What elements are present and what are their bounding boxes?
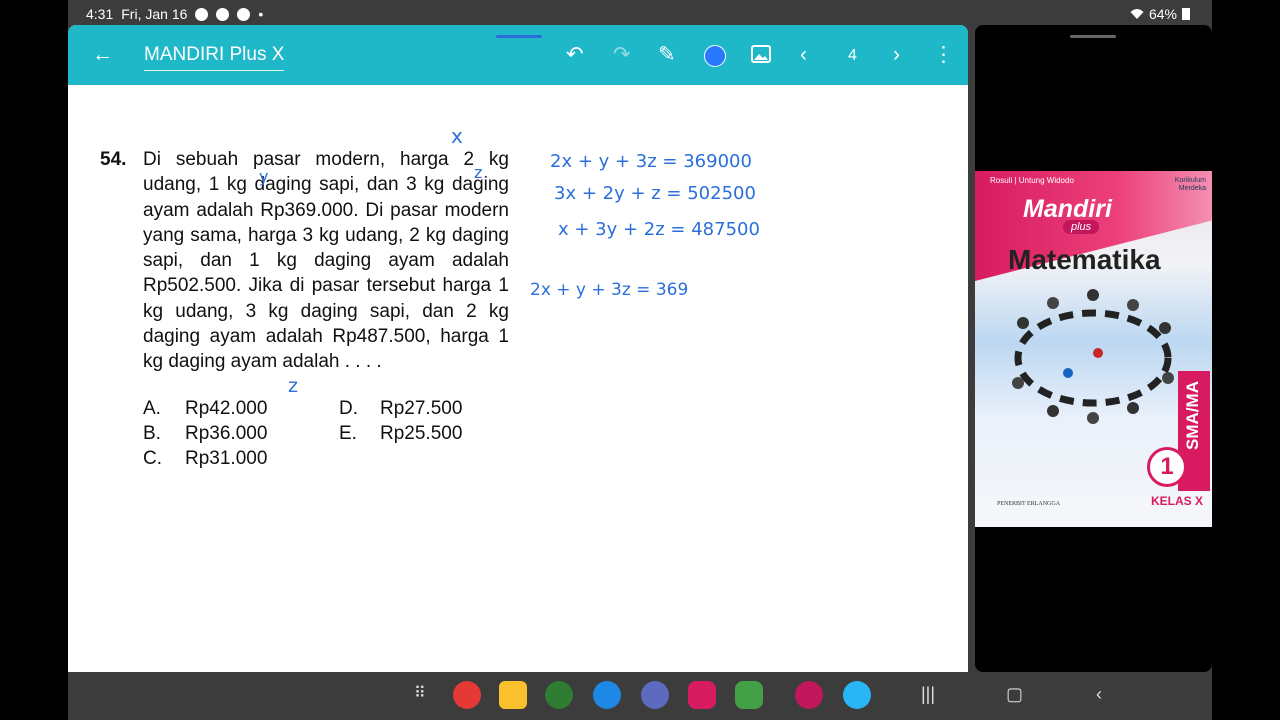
cover-subject: Matematika: [1008, 244, 1161, 275]
tablet-screen: 4:31 Fri, Jan 16 • 64% ← MANDIRI Plus X …: [68, 0, 1212, 720]
option-d-value: Rp27.500: [380, 398, 463, 419]
more-notifications-icon: •: [258, 6, 264, 22]
status-time: 4:31: [86, 6, 114, 22]
handwritten-equation-2: 3x + 2y + z = 502500: [554, 183, 756, 204]
option-a-letter: A.: [143, 398, 161, 419]
note-app-window: ← MANDIRI Plus X ↶ ↷ ✎ ‹ 4 › ⋮ 54. Di se…: [68, 25, 968, 672]
home-icon[interactable]: ▢: [1006, 684, 1023, 704]
notification-icon-2: [237, 7, 251, 21]
skydivers-image: [1012, 289, 1174, 424]
next-page-icon[interactable]: ›: [893, 43, 900, 67]
option-c-value: Rp31.000: [185, 448, 268, 469]
wifi-icon: [1130, 9, 1144, 19]
panel-drag-handle[interactable]: [1070, 35, 1116, 38]
previous-page-icon[interactable]: ‹: [800, 43, 807, 67]
option-d-letter: D.: [339, 398, 358, 419]
cover-grade: 1: [1147, 447, 1187, 487]
status-date: Fri, Jan 16: [121, 6, 188, 22]
image-icon[interactable]: [751, 45, 771, 63]
battery-icon: [1182, 8, 1190, 20]
option-b-value: Rp36.000: [185, 423, 268, 444]
messages-app-icon[interactable]: [593, 681, 621, 709]
question-number: 54.: [100, 149, 127, 170]
calendar-app-icon[interactable]: [735, 681, 763, 709]
phone-app-icon[interactable]: [545, 681, 573, 709]
handwritten-equation-3: x + 3y + 2z = 487500: [558, 219, 760, 240]
app-toolbar: ← MANDIRI Plus X ↶ ↷ ✎ ‹ 4 › ⋮: [68, 25, 968, 85]
internet-app-icon[interactable]: [641, 681, 669, 709]
whatsapp-icon: [195, 7, 209, 21]
camera-app-icon[interactable]: [688, 681, 716, 709]
curriculum-logo: Kurikulum Merdeka: [1174, 177, 1206, 192]
document-title[interactable]: MANDIRI Plus X: [144, 44, 285, 71]
undo-icon[interactable]: ↶: [566, 43, 584, 67]
cover-kelas: KELAS X: [1151, 494, 1204, 508]
recents-icon[interactable]: |||: [921, 684, 935, 704]
cover-level: SMA/MA: [1183, 381, 1202, 450]
page-number: 4: [848, 47, 857, 64]
handwritten-z-answer-mark: z: [288, 375, 298, 397]
pen-color-button[interactable]: [704, 45, 726, 67]
pen-icon[interactable]: ✎: [658, 43, 676, 67]
status-bar: 4:31 Fri, Jan 16 • 64%: [68, 0, 1212, 28]
handwritten-z-mark: z: [474, 163, 483, 182]
pdf-app-icon[interactable]: [843, 681, 871, 709]
question-text: Di sebuah pasar modern, harga 2 kg udang…: [143, 149, 509, 373]
back-arrow-icon[interactable]: ←: [92, 43, 113, 67]
screen-recorder-app-icon[interactable]: [795, 681, 823, 709]
battery-level: 64%: [1148, 6, 1177, 22]
app-drawer-icon[interactable]: ⠿: [414, 684, 426, 704]
option-c-letter: C.: [143, 448, 162, 469]
cover-authors: Rosuli | Untung Widodo: [990, 176, 1074, 185]
cover-publisher: PENERBIT ERLANGGA: [997, 501, 1061, 507]
redo-icon[interactable]: ↷: [613, 43, 631, 67]
option-e-value: Rp25.500: [380, 423, 463, 444]
option-b-letter: B.: [143, 423, 161, 444]
back-nav-icon[interactable]: ‹: [1096, 684, 1102, 704]
book-cover[interactable]: Rosuli | Untung Widodo Kurikulum Merdeka…: [975, 171, 1212, 527]
files-app-icon[interactable]: [499, 681, 527, 709]
handwritten-equation-4: 2x + y + 3z = 369: [530, 280, 689, 300]
option-a-value: Rp42.000: [185, 398, 268, 419]
option-e-letter: E.: [339, 423, 357, 444]
notes-app-icon[interactable]: [453, 681, 481, 709]
more-options-icon[interactable]: ⋮: [933, 43, 954, 67]
notification-icon: [216, 7, 230, 21]
window-drag-handle[interactable]: [496, 35, 542, 38]
cover-brand-plus: plus: [1063, 220, 1100, 234]
handwritten-equation-1: 2x + y + 3z = 369000: [550, 151, 752, 172]
handwritten-y-mark: y: [259, 167, 269, 186]
book-viewer-panel: Rosuli | Untung Widodo Kurikulum Merdeka…: [975, 25, 1212, 672]
taskbar: ⠿ ||| ▢ ‹: [68, 672, 1212, 720]
handwritten-x-mark: x: [451, 124, 463, 148]
